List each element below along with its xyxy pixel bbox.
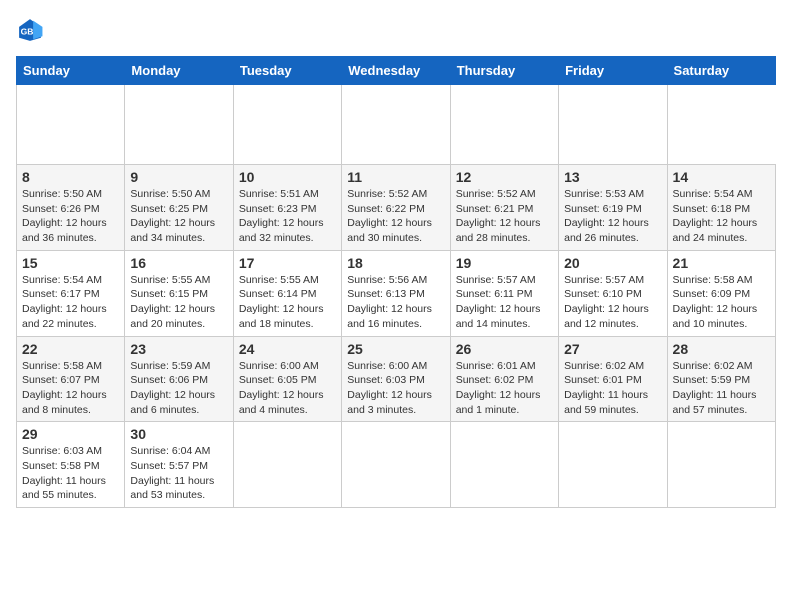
weekday-header-friday: Friday xyxy=(559,57,667,85)
day-number: 20 xyxy=(564,255,661,271)
day-number: 11 xyxy=(347,169,444,185)
day-detail: Sunrise: 5:57 AMSunset: 6:11 PMDaylight:… xyxy=(456,274,541,330)
empty-cell xyxy=(559,422,667,508)
day-detail: Sunrise: 5:54 AMSunset: 6:17 PMDaylight:… xyxy=(22,274,107,330)
day-number: 8 xyxy=(22,169,119,185)
calendar-day-cell: 20 Sunrise: 5:57 AMSunset: 6:10 PMDaylig… xyxy=(559,250,667,336)
day-number: 17 xyxy=(239,255,336,271)
calendar-day-cell: 8 Sunrise: 5:50 AMSunset: 6:26 PMDayligh… xyxy=(17,165,125,251)
day-number: 9 xyxy=(130,169,227,185)
calendar-day-cell: 13 Sunrise: 5:53 AMSunset: 6:19 PMDaylig… xyxy=(559,165,667,251)
day-detail: Sunrise: 5:58 AMSunset: 6:09 PMDaylight:… xyxy=(673,274,758,330)
day-number: 19 xyxy=(456,255,553,271)
day-detail: Sunrise: 5:54 AMSunset: 6:18 PMDaylight:… xyxy=(673,188,758,244)
weekday-header-monday: Monday xyxy=(125,57,233,85)
day-detail: Sunrise: 6:02 AMSunset: 5:59 PMDaylight:… xyxy=(673,360,757,416)
day-number: 21 xyxy=(673,255,770,271)
day-detail: Sunrise: 5:55 AMSunset: 6:14 PMDaylight:… xyxy=(239,274,324,330)
empty-cell xyxy=(559,85,667,165)
day-number: 22 xyxy=(22,341,119,357)
empty-cell xyxy=(233,422,341,508)
calendar-week-row: 22 Sunrise: 5:58 AMSunset: 6:07 PMDaylig… xyxy=(17,336,776,422)
day-number: 23 xyxy=(130,341,227,357)
calendar-day-cell: 9 Sunrise: 5:50 AMSunset: 6:25 PMDayligh… xyxy=(125,165,233,251)
calendar-day-cell: 17 Sunrise: 5:55 AMSunset: 6:14 PMDaylig… xyxy=(233,250,341,336)
weekday-header-saturday: Saturday xyxy=(667,57,775,85)
day-number: 18 xyxy=(347,255,444,271)
svg-text:GB: GB xyxy=(21,27,34,37)
weekday-header-sunday: Sunday xyxy=(17,57,125,85)
calendar-day-cell: 18 Sunrise: 5:56 AMSunset: 6:13 PMDaylig… xyxy=(342,250,450,336)
day-detail: Sunrise: 5:58 AMSunset: 6:07 PMDaylight:… xyxy=(22,360,107,416)
weekday-header-thursday: Thursday xyxy=(450,57,558,85)
day-number: 14 xyxy=(673,169,770,185)
day-detail: Sunrise: 5:57 AMSunset: 6:10 PMDaylight:… xyxy=(564,274,649,330)
calendar-day-cell: 21 Sunrise: 5:58 AMSunset: 6:09 PMDaylig… xyxy=(667,250,775,336)
calendar-week-row xyxy=(17,85,776,165)
calendar-table: SundayMondayTuesdayWednesdayThursdayFrid… xyxy=(16,56,776,508)
day-number: 16 xyxy=(130,255,227,271)
calendar-day-cell: 25 Sunrise: 6:00 AMSunset: 6:03 PMDaylig… xyxy=(342,336,450,422)
day-detail: Sunrise: 5:59 AMSunset: 6:06 PMDaylight:… xyxy=(130,360,215,416)
calendar-day-cell: 22 Sunrise: 5:58 AMSunset: 6:07 PMDaylig… xyxy=(17,336,125,422)
day-detail: Sunrise: 5:52 AMSunset: 6:21 PMDaylight:… xyxy=(456,188,541,244)
calendar-week-row: 15 Sunrise: 5:54 AMSunset: 6:17 PMDaylig… xyxy=(17,250,776,336)
empty-cell xyxy=(17,85,125,165)
day-number: 10 xyxy=(239,169,336,185)
calendar-day-cell: 11 Sunrise: 5:52 AMSunset: 6:22 PMDaylig… xyxy=(342,165,450,251)
day-detail: Sunrise: 5:53 AMSunset: 6:19 PMDaylight:… xyxy=(564,188,649,244)
day-number: 27 xyxy=(564,341,661,357)
day-detail: Sunrise: 6:04 AMSunset: 5:57 PMDaylight:… xyxy=(130,445,214,501)
day-detail: Sunrise: 5:55 AMSunset: 6:15 PMDaylight:… xyxy=(130,274,215,330)
day-detail: Sunrise: 5:56 AMSunset: 6:13 PMDaylight:… xyxy=(347,274,432,330)
empty-cell xyxy=(342,422,450,508)
day-number: 25 xyxy=(347,341,444,357)
day-detail: Sunrise: 6:01 AMSunset: 6:02 PMDaylight:… xyxy=(456,360,541,416)
day-number: 13 xyxy=(564,169,661,185)
calendar-week-row: 29 Sunrise: 6:03 AMSunset: 5:58 PMDaylig… xyxy=(17,422,776,508)
calendar-day-cell: 12 Sunrise: 5:52 AMSunset: 6:21 PMDaylig… xyxy=(450,165,558,251)
day-number: 12 xyxy=(456,169,553,185)
calendar-day-cell: 10 Sunrise: 5:51 AMSunset: 6:23 PMDaylig… xyxy=(233,165,341,251)
day-number: 29 xyxy=(22,426,119,442)
calendar-day-cell: 28 Sunrise: 6:02 AMSunset: 5:59 PMDaylig… xyxy=(667,336,775,422)
calendar-day-cell: 29 Sunrise: 6:03 AMSunset: 5:58 PMDaylig… xyxy=(17,422,125,508)
empty-cell xyxy=(125,85,233,165)
day-detail: Sunrise: 6:03 AMSunset: 5:58 PMDaylight:… xyxy=(22,445,106,501)
day-number: 28 xyxy=(673,341,770,357)
weekday-header-row: SundayMondayTuesdayWednesdayThursdayFrid… xyxy=(17,57,776,85)
empty-cell xyxy=(450,422,558,508)
calendar-day-cell: 19 Sunrise: 5:57 AMSunset: 6:11 PMDaylig… xyxy=(450,250,558,336)
calendar-day-cell: 27 Sunrise: 6:02 AMSunset: 6:01 PMDaylig… xyxy=(559,336,667,422)
calendar-day-cell: 14 Sunrise: 5:54 AMSunset: 6:18 PMDaylig… xyxy=(667,165,775,251)
day-detail: Sunrise: 5:50 AMSunset: 6:26 PMDaylight:… xyxy=(22,188,107,244)
empty-cell xyxy=(233,85,341,165)
day-detail: Sunrise: 6:00 AMSunset: 6:03 PMDaylight:… xyxy=(347,360,432,416)
day-detail: Sunrise: 6:02 AMSunset: 6:01 PMDaylight:… xyxy=(564,360,648,416)
empty-cell xyxy=(667,422,775,508)
calendar-day-cell: 16 Sunrise: 5:55 AMSunset: 6:15 PMDaylig… xyxy=(125,250,233,336)
header: GB xyxy=(16,16,776,44)
day-detail: Sunrise: 5:50 AMSunset: 6:25 PMDaylight:… xyxy=(130,188,215,244)
calendar-day-cell: 15 Sunrise: 5:54 AMSunset: 6:17 PMDaylig… xyxy=(17,250,125,336)
empty-cell xyxy=(450,85,558,165)
calendar-day-cell: 26 Sunrise: 6:01 AMSunset: 6:02 PMDaylig… xyxy=(450,336,558,422)
day-number: 30 xyxy=(130,426,227,442)
logo: GB xyxy=(16,16,48,44)
day-number: 15 xyxy=(22,255,119,271)
day-number: 24 xyxy=(239,341,336,357)
logo-icon: GB xyxy=(16,16,44,44)
day-number: 26 xyxy=(456,341,553,357)
day-detail: Sunrise: 6:00 AMSunset: 6:05 PMDaylight:… xyxy=(239,360,324,416)
weekday-header-tuesday: Tuesday xyxy=(233,57,341,85)
calendar-day-cell: 24 Sunrise: 6:00 AMSunset: 6:05 PMDaylig… xyxy=(233,336,341,422)
day-detail: Sunrise: 5:51 AMSunset: 6:23 PMDaylight:… xyxy=(239,188,324,244)
empty-cell xyxy=(342,85,450,165)
calendar-day-cell: 23 Sunrise: 5:59 AMSunset: 6:06 PMDaylig… xyxy=(125,336,233,422)
calendar-week-row: 8 Sunrise: 5:50 AMSunset: 6:26 PMDayligh… xyxy=(17,165,776,251)
weekday-header-wednesday: Wednesday xyxy=(342,57,450,85)
calendar-day-cell: 30 Sunrise: 6:04 AMSunset: 5:57 PMDaylig… xyxy=(125,422,233,508)
day-detail: Sunrise: 5:52 AMSunset: 6:22 PMDaylight:… xyxy=(347,188,432,244)
